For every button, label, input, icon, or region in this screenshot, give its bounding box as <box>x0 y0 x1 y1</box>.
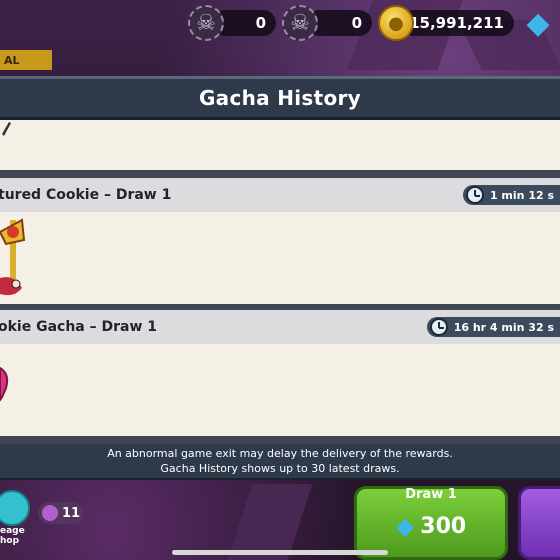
token-badge: 11 <box>38 502 84 524</box>
entry-time-label: 16 hr 4 min 32 s <box>453 320 554 334</box>
coin-icon[interactable]: ● <box>378 5 414 41</box>
event-tag: AL <box>0 50 52 70</box>
lineage-label: eage <box>0 526 25 536</box>
coin-counter: 15,991,211 <box>400 10 514 36</box>
lineage-shop-button[interactable]: eage hop <box>0 490 40 550</box>
sword-fragment-icon <box>2 122 11 136</box>
cookie-pink-icon <box>0 366 9 402</box>
draw-price: ◆ 300 <box>396 512 466 540</box>
entry-header: okie Gacha – Draw 1 16 hr 4 min 32 s <box>0 310 560 344</box>
token-icon <box>42 505 58 521</box>
history-entry[interactable]: okie Gacha – Draw 1 16 hr 4 min 32 s <box>0 310 560 436</box>
currency-value: 0 <box>255 14 266 32</box>
draw-notice: An abnormal game exit may delay the deli… <box>0 444 560 480</box>
ghost-token-icon[interactable]: ☠ <box>188 5 224 41</box>
crystal-icon[interactable]: ◆ <box>520 5 556 41</box>
history-entry-partial <box>0 120 560 170</box>
notice-line-2: Gacha History shows up to 30 latest draw… <box>160 462 400 475</box>
modal-title: Gacha History <box>198 86 362 110</box>
event-tag-label: AL <box>4 53 20 67</box>
home-indicator <box>172 550 388 555</box>
crystal-icon: ◆ <box>395 512 415 540</box>
background-shard <box>227 484 313 560</box>
lineage-label: hop <box>0 536 20 546</box>
history-entry[interactable]: tured Cookie – Draw 1 1 min 12 s <box>0 178 560 304</box>
coin-value: 15,991,211 <box>409 14 504 32</box>
gacha-history-list[interactable]: tured Cookie – Draw 1 1 min 12 s okie Ga… <box>0 120 560 444</box>
entry-title: okie Gacha – Draw 1 <box>0 319 158 335</box>
draw-1-button[interactable]: Draw 1 ◆ 300 <box>354 486 508 560</box>
clock-icon <box>429 318 448 336</box>
entry-title: tured Cookie – Draw 1 <box>0 187 172 203</box>
currency-value: 0 <box>351 14 362 32</box>
clock-icon <box>465 186 484 204</box>
draw-button-label: Draw 1 <box>405 487 457 502</box>
ghost-token-icon[interactable]: ☠ <box>282 5 318 41</box>
notice-line-1: An abnormal game exit may delay the deli… <box>107 447 453 460</box>
entry-timestamp: 1 min 12 s <box>462 185 560 205</box>
modal-header: Gacha History <box>0 76 560 120</box>
lineage-shop-icon <box>0 490 30 526</box>
draw-price-value: 300 <box>420 513 467 539</box>
draw-10-button[interactable] <box>518 486 560 560</box>
cookie-staff-icon <box>0 218 26 296</box>
entry-time-label: 1 min 12 s <box>489 188 554 202</box>
token-count: 11 <box>62 505 81 521</box>
entry-timestamp: 16 hr 4 min 32 s <box>426 317 560 337</box>
entry-header: tured Cookie – Draw 1 1 min 12 s <box>0 178 560 212</box>
currency-bar: 0 ☠ 0 ☠ 15,991,211 ● ◆ <box>0 0 560 48</box>
